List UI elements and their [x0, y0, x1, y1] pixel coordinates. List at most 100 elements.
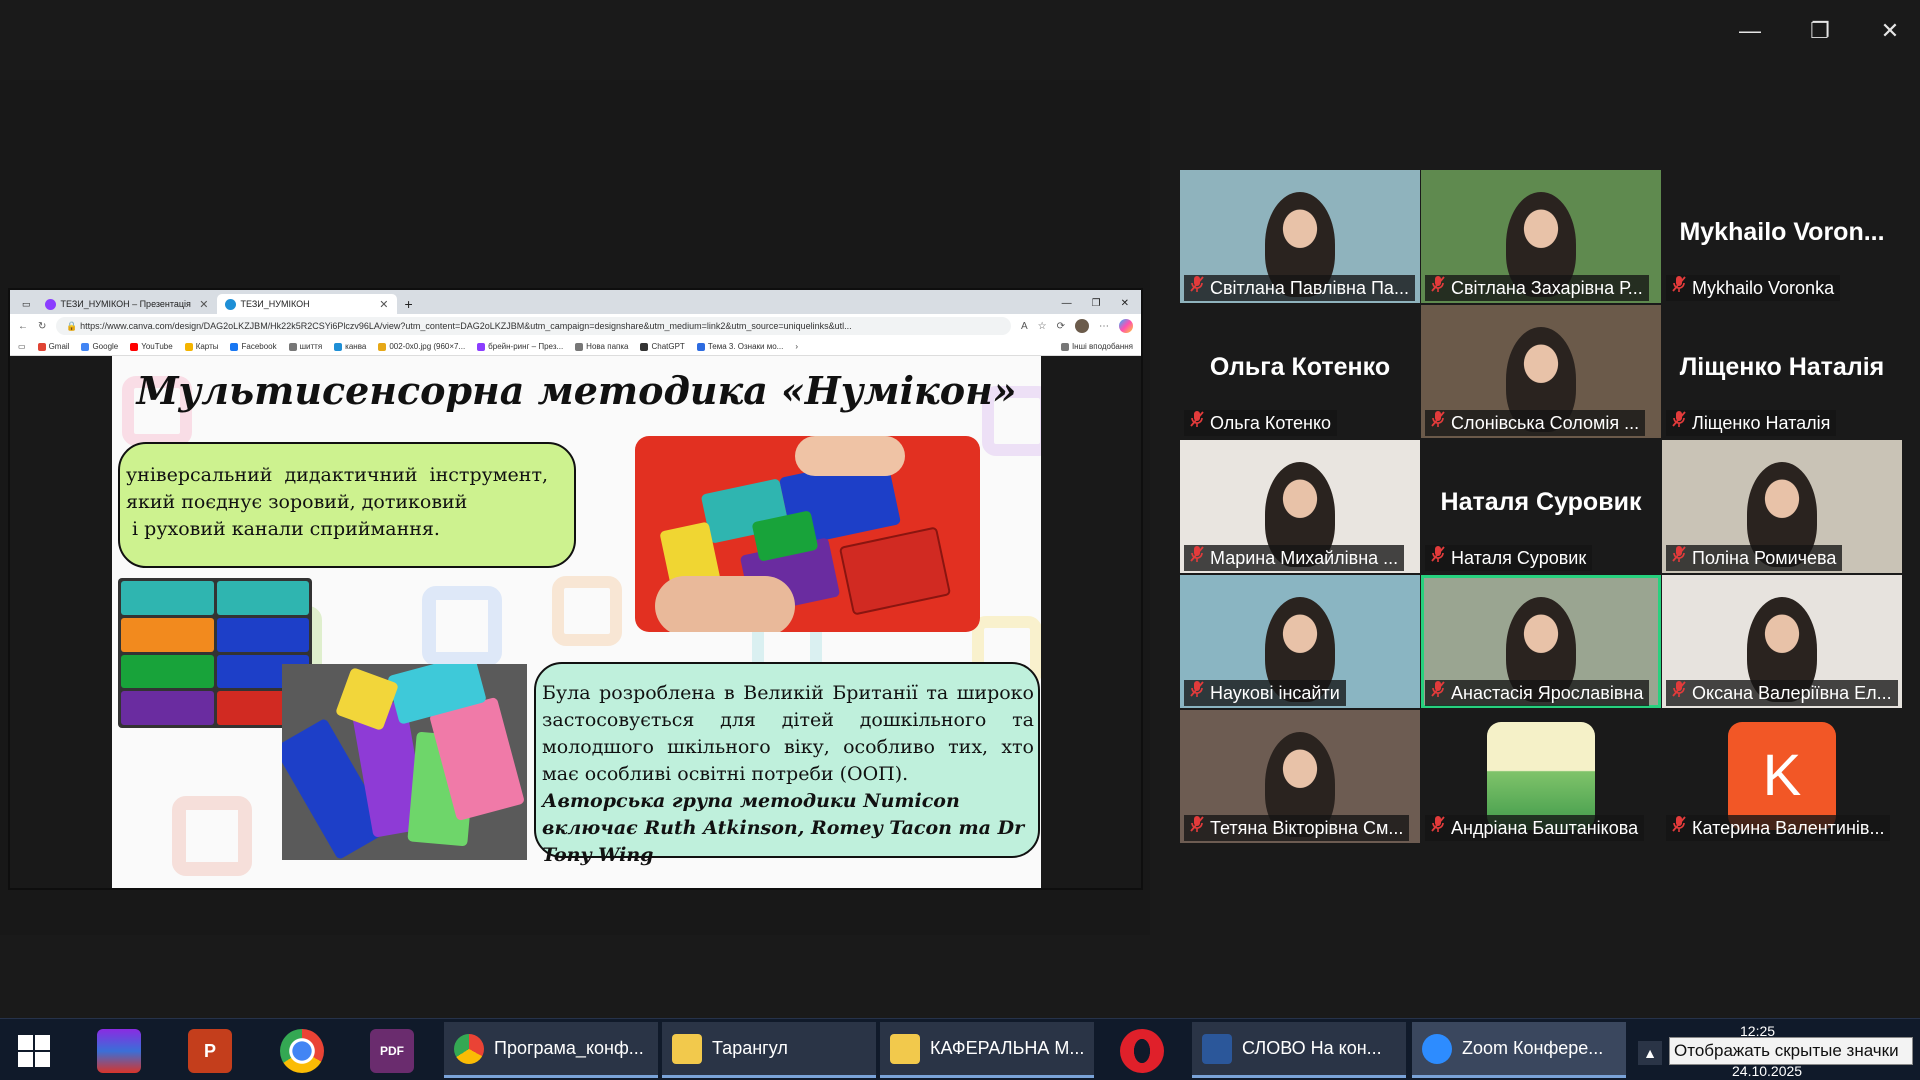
favorite-star-icon[interactable]: ☆ — [1038, 321, 1047, 332]
powerpoint-icon[interactable]: P — [188, 1029, 232, 1073]
bookmark-chatgpt[interactable]: ChatGPT — [640, 342, 685, 351]
participant-display-name: Ліщенко Наталія — [1679, 353, 1885, 381]
bookmark-brain-ring[interactable]: брейн-ринг – През... — [477, 342, 563, 351]
bookmark-youtube[interactable]: YouTube — [130, 342, 173, 351]
taskbar-app-word[interactable]: СЛОВО На кон... — [1192, 1022, 1406, 1078]
zoom-icon — [1422, 1033, 1452, 1064]
browser-restore-icon[interactable]: ❐ — [1092, 298, 1101, 309]
history-text: Була розроблена в Великій Британії та ши… — [542, 682, 1034, 785]
description-line: універсальний дидактичний інструмент, — [126, 464, 549, 486]
taskbar-app-chrome[interactable]: Програма_конф... — [444, 1022, 658, 1078]
bookmarks-app-icon[interactable]: ▭ — [18, 342, 26, 351]
taskbar-app-folder-tarangul[interactable]: Тарангул — [662, 1022, 876, 1078]
taskbar-app-folder-department[interactable]: КАФЕРАЛЬНА М... — [880, 1022, 1094, 1078]
reload-icon[interactable]: ↻ — [38, 321, 46, 332]
bookmark-image[interactable]: 002-0x0.jpg (960×7... — [378, 342, 465, 351]
browser-minimize-icon[interactable]: — — [1062, 298, 1072, 309]
participant-name: Андріана Баштанікова — [1451, 818, 1639, 838]
taskbar-app-label: Програма_конф... — [494, 1038, 644, 1058]
participant-tile[interactable]: Тетяна Вікторівна См... — [1180, 710, 1420, 843]
chrome-icon — [454, 1033, 484, 1064]
presentation-slide: Мультисенсорна методика «Нумікон» універ… — [112, 356, 1041, 888]
bookmark-canva[interactable]: канва — [334, 342, 366, 351]
muted-mic-icon — [1188, 815, 1206, 841]
muted-mic-icon — [1670, 410, 1688, 436]
participant-tile[interactable]: Світлана Захарівна Р... — [1421, 170, 1661, 303]
taskbar-date[interactable]: 24.10.2025 — [1732, 1063, 1802, 1079]
copilot-icon[interactable] — [1119, 319, 1133, 333]
participant-tile[interactable]: Анастасія Ярославівна — [1421, 575, 1661, 708]
participant-tile[interactable]: Поліна Ромичева — [1662, 440, 1902, 573]
participant-tile[interactable]: Mykhailo Voron... Mykhailo Voronka — [1662, 170, 1902, 303]
bookmark-facebook[interactable]: Facebook — [230, 342, 277, 351]
profile-avatar[interactable] — [1075, 319, 1089, 333]
url-field[interactable]: 🔒 https://www.canva.com/design/DAG2oLKZJ… — [56, 317, 1011, 335]
chrome-icon[interactable] — [280, 1029, 324, 1073]
tray-cell — [121, 691, 214, 725]
winrar-icon[interactable] — [97, 1029, 141, 1073]
slide-viewport: Мультисенсорна методика «Нумікон» універ… — [10, 356, 1141, 888]
tab-actions-icon[interactable]: ▭ — [16, 299, 37, 314]
participant-nameplate: Наукові інсайти — [1184, 680, 1346, 706]
bookmark-maps[interactable]: Карты — [184, 342, 218, 351]
tray-cell — [216, 617, 309, 652]
participant-tile[interactable]: Наукові інсайти — [1180, 575, 1420, 708]
participant-name: Світлана Павлівна Па... — [1210, 278, 1409, 298]
tab-close-icon[interactable]: ✕ — [199, 298, 208, 311]
participant-tile[interactable]: Слонівська Соломія ... — [1421, 305, 1661, 438]
participant-tile[interactable]: Андріана Баштанікова — [1421, 710, 1661, 843]
muted-mic-icon — [1188, 275, 1206, 301]
tab-close-icon[interactable]: ✕ — [379, 298, 388, 311]
bookmark-other[interactable]: Інші вподобання — [1060, 342, 1133, 351]
participant-tile[interactable]: K Катерина Валентинів... — [1662, 710, 1902, 843]
bookmark-topic3[interactable]: Тема 3. Ознаки мо... — [696, 342, 783, 351]
participant-tile[interactable]: Оксана Валеріївна Ел... — [1662, 575, 1902, 708]
muted-mic-icon — [1188, 410, 1206, 436]
participant-name: Наталя Суровик — [1451, 548, 1587, 568]
participant-nameplate: Ольга Котенко — [1184, 410, 1338, 436]
muted-mic-icon — [1670, 275, 1688, 301]
participant-nameplate: Андріана Баштанікова — [1425, 815, 1645, 841]
browser-close-icon[interactable]: ✕ — [1121, 298, 1129, 309]
tray-cell — [121, 581, 214, 615]
hand — [655, 576, 795, 632]
pdf-app-icon[interactable]: PDF — [370, 1029, 414, 1073]
participant-tile[interactable]: Світлана Павлівна Па... — [1180, 170, 1420, 303]
taskbar-app-zoom[interactable]: Zoom Конфере... — [1412, 1022, 1626, 1078]
participant-tile[interactable]: Ліщенко Наталія Ліщенко Наталія — [1662, 305, 1902, 438]
participant-tile[interactable]: Наталя Суровик Наталя Суровик — [1421, 440, 1661, 573]
start-windows-icon[interactable] — [12, 1029, 56, 1073]
description-line: який поєднує зоровий, дотиковий — [126, 491, 468, 513]
participant-tile[interactable]: Марина Михайлівна ... — [1180, 440, 1420, 573]
read-aloud-icon[interactable]: A — [1021, 321, 1028, 332]
bookmarks-bar: ▭ Gmail Google YouTube Карты Facebook ши… — [10, 338, 1141, 356]
back-icon[interactable]: ← — [18, 321, 28, 332]
bookmark-folder-sewing[interactable]: шиття — [288, 342, 322, 351]
taskbar: P PDF Програма_конф... Тарангул КАФЕРАЛЬ… — [0, 1018, 1920, 1080]
muted-mic-icon — [1429, 815, 1447, 841]
canva-icon — [44, 298, 56, 310]
tab-presentation[interactable]: ТЕЗИ_НУМІКОН – Презентація ✕ — [37, 294, 217, 314]
opera-icon[interactable] — [1120, 1029, 1164, 1073]
bookmarks-overflow-icon[interactable]: › — [795, 342, 798, 351]
tray-cell — [121, 654, 214, 689]
close-button[interactable]: ✕ — [1870, 14, 1910, 48]
show-hidden-icons-button[interactable]: ▲ — [1638, 1041, 1662, 1065]
bg-square — [422, 586, 502, 666]
maximize-button[interactable]: ❐ — [1800, 14, 1840, 48]
more-menu-icon[interactable]: ⋯ — [1099, 321, 1109, 332]
refresh-icon[interactable]: ⟳ — [1057, 321, 1065, 332]
bookmark-new-folder[interactable]: Нова папка — [575, 342, 628, 351]
participant-nameplate: Тетяна Вікторівна См... — [1184, 815, 1410, 841]
authors-text: Авторська група методики Numicon включає… — [542, 790, 1025, 866]
participant-nameplate: Анастасія Ярославівна — [1425, 680, 1650, 706]
bookmark-gmail[interactable]: Gmail — [37, 342, 69, 351]
participant-tile[interactable]: Ольга Котенко Ольга Котенко — [1180, 305, 1420, 438]
minimize-button[interactable]: — — [1730, 14, 1770, 48]
bookmark-google[interactable]: Google — [81, 342, 118, 351]
tab-active[interactable]: ТЕЗИ_НУМІКОН ✕ — [216, 294, 397, 314]
muted-mic-icon — [1429, 410, 1447, 436]
new-tab-button[interactable]: + — [397, 296, 421, 314]
participant-name: Катерина Валентинів... — [1692, 818, 1885, 838]
shared-screen: ▭ ТЕЗИ_НУМІКОН – Презентація ✕ ТЕЗИ_НУМІ… — [8, 288, 1143, 890]
